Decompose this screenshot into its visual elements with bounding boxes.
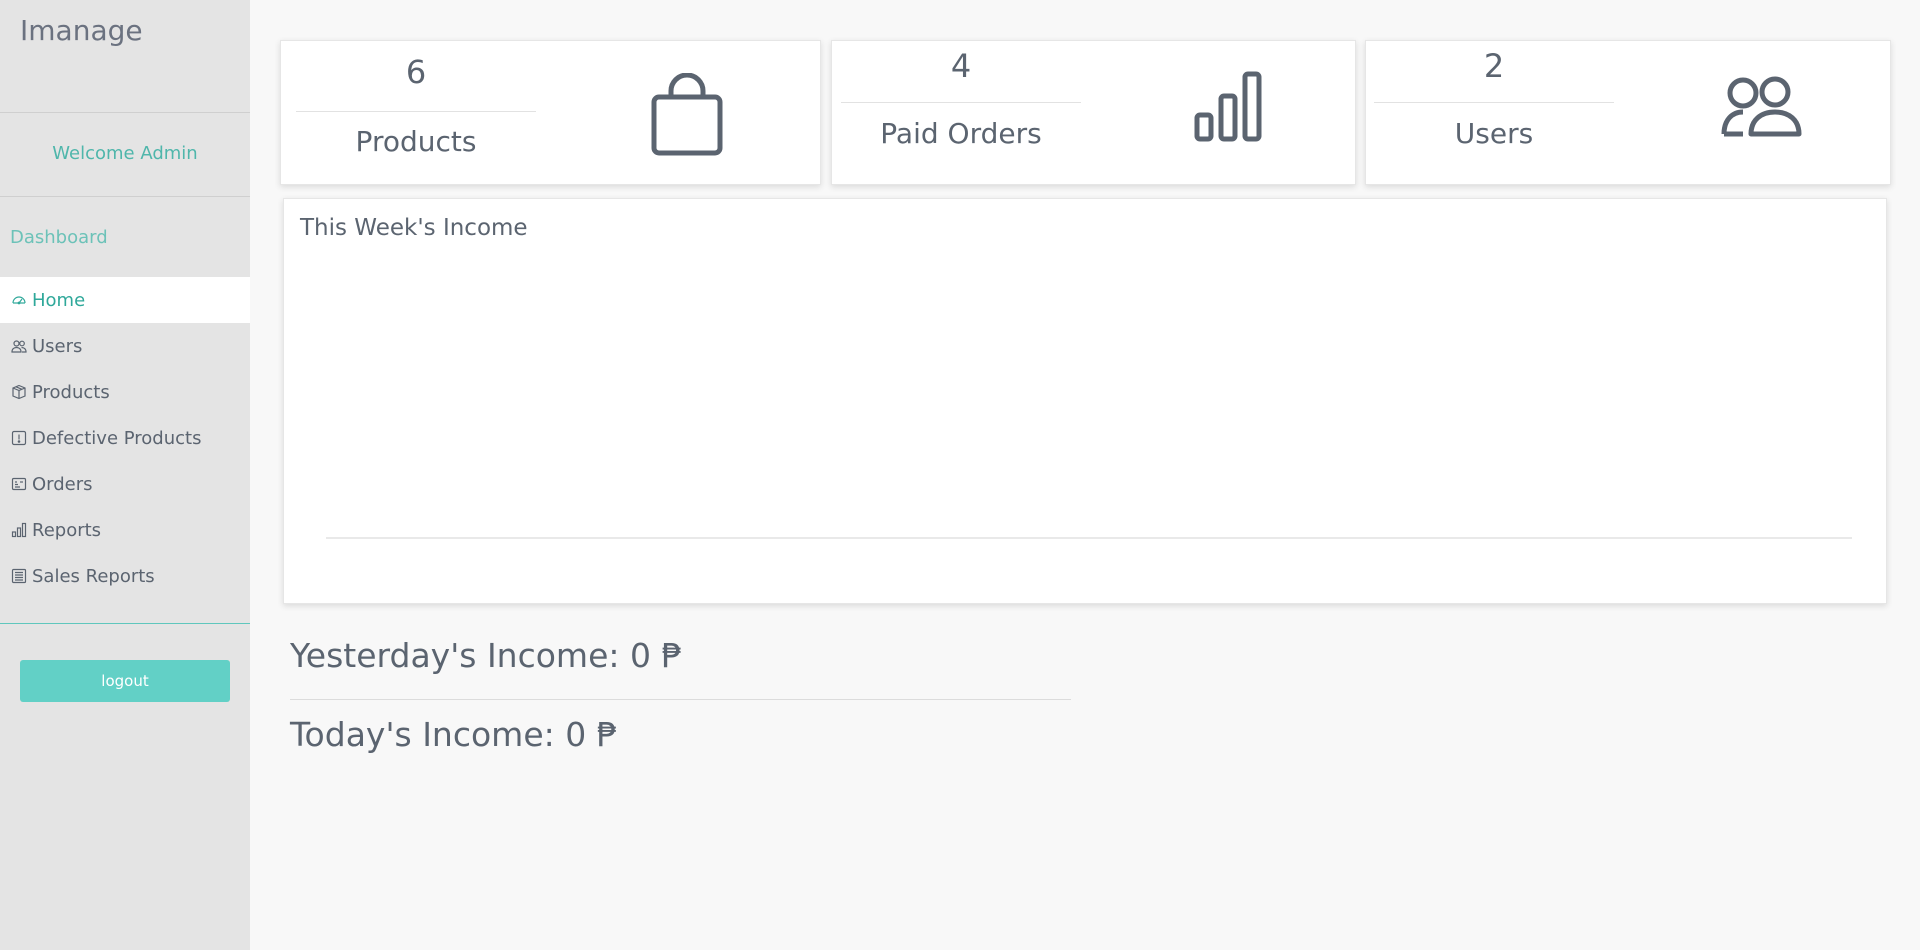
exclamation-square-icon bbox=[10, 429, 28, 447]
sidebar-item-reports[interactable]: Reports bbox=[0, 507, 250, 553]
sidebar-item-label: Reports bbox=[32, 519, 102, 541]
box-icon bbox=[10, 383, 28, 401]
stat-label: Users bbox=[1454, 117, 1534, 150]
sidebar-item-defective-products[interactable]: Defective Products bbox=[0, 415, 250, 461]
document-list-icon bbox=[10, 567, 28, 585]
income-chart bbox=[326, 537, 1852, 539]
stat-card-paid-orders[interactable]: 4 Paid Orders bbox=[831, 40, 1356, 185]
sidebar-nav: Home Users Products Defective Products O… bbox=[0, 277, 250, 599]
stat-label: Products bbox=[355, 125, 477, 158]
stat-card-users[interactable]: 2 Users bbox=[1365, 40, 1891, 185]
stat-value: 6 bbox=[405, 53, 427, 91]
sidebar-item-label: Orders bbox=[32, 473, 93, 495]
sidebar-item-label: Defective Products bbox=[32, 427, 202, 449]
sidebar-item-sales-reports[interactable]: Sales Reports bbox=[0, 553, 250, 599]
sidebar-item-label: Products bbox=[32, 381, 110, 403]
stat-card-products[interactable]: 6 Products bbox=[280, 40, 821, 185]
brand-logo: Imanage bbox=[0, 0, 250, 113]
logout-button[interactable]: logout bbox=[20, 660, 230, 702]
bar-chart-icon bbox=[1192, 69, 1268, 149]
stat-label: Paid Orders bbox=[880, 117, 1042, 150]
stat-divider bbox=[841, 102, 1081, 103]
sidebar-item-home[interactable]: Home bbox=[0, 277, 250, 323]
sidebar-item-orders[interactable]: Orders bbox=[0, 461, 250, 507]
sidebar-item-products[interactable]: Products bbox=[0, 369, 250, 415]
dashboard-section-title: Dashboard bbox=[10, 227, 108, 248]
today-income: Today's Income: 0 ₱ bbox=[290, 715, 618, 754]
speedometer-icon bbox=[10, 291, 28, 309]
sidebar-divider bbox=[0, 623, 250, 624]
stat-value: 2 bbox=[1483, 47, 1505, 85]
sidebar-item-label: Users bbox=[32, 335, 83, 357]
sidebar-item-label: Sales Reports bbox=[32, 565, 155, 587]
welcome-message: Welcome Admin bbox=[0, 113, 250, 197]
stat-divider bbox=[296, 111, 536, 112]
bar-chart-icon bbox=[10, 521, 28, 539]
sidebar: Imanage Welcome Admin Dashboard Home Use… bbox=[0, 0, 250, 950]
yesterday-income: Yesterday's Income: 0 ₱ bbox=[290, 636, 683, 675]
weekly-income-panel: This Week's Income bbox=[283, 198, 1887, 604]
shopping-bag-icon bbox=[649, 72, 725, 161]
stat-divider bbox=[1374, 102, 1614, 103]
income-chart-title: This Week's Income bbox=[300, 215, 528, 241]
people-icon bbox=[1721, 75, 1805, 143]
receipt-card-icon bbox=[10, 475, 28, 493]
summary-divider bbox=[290, 699, 1071, 700]
users-icon bbox=[10, 337, 28, 355]
sidebar-item-users[interactable]: Users bbox=[0, 323, 250, 369]
sidebar-item-label: Home bbox=[32, 289, 86, 311]
stat-value: 4 bbox=[950, 47, 972, 85]
